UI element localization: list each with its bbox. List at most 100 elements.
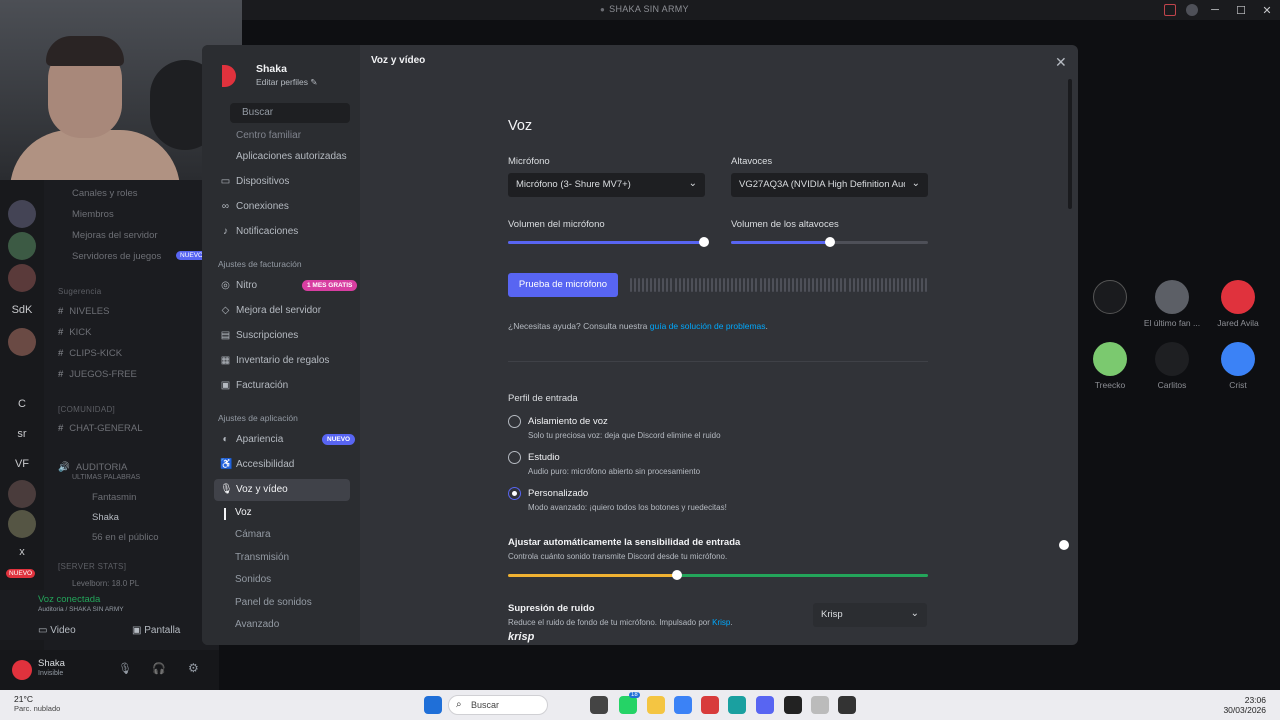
subnav-sounds[interactable]: Sonidos xyxy=(235,574,271,585)
voice-user[interactable]: Fantasmin xyxy=(92,492,136,503)
settings-search-input[interactable]: Buscar xyxy=(230,103,350,123)
member-card[interactable]: Jared Avila xyxy=(1208,280,1268,328)
text-channel[interactable]: # CHAT-GENERAL xyxy=(58,423,143,434)
sensitivity-knob[interactable] xyxy=(672,570,682,580)
server-icon[interactable] xyxy=(8,264,36,292)
member-card[interactable]: Treecko xyxy=(1080,342,1140,390)
option-title[interactable]: Personalizado xyxy=(528,488,588,499)
option-title[interactable]: Aislamiento de voz xyxy=(528,416,608,427)
category-header[interactable]: Sugerencia xyxy=(58,287,101,296)
video-button[interactable]: ▭ Video xyxy=(38,625,76,636)
server-x[interactable]: x xyxy=(8,538,36,566)
server-sdk[interactable]: SdK xyxy=(8,296,36,324)
whatsapp-icon[interactable]: 18 xyxy=(619,692,640,714)
help-icon[interactable] xyxy=(1186,4,1198,16)
krisp-link[interactable]: Krisp xyxy=(712,618,730,627)
weather-widget[interactable]: 21°C Parc. nublado xyxy=(14,694,60,714)
channel-item[interactable]: Servidores de juegos xyxy=(72,251,161,262)
server-sr[interactable]: sr xyxy=(8,420,36,448)
gear-icon[interactable]: ⚙ xyxy=(188,661,199,675)
text-channel[interactable]: # NIVELES xyxy=(58,306,109,317)
inbox-icon[interactable] xyxy=(1164,4,1176,16)
edit-profiles-link[interactable]: Editar perfiles ✎ xyxy=(256,77,317,88)
avatar[interactable] xyxy=(12,660,32,680)
radio-studio[interactable] xyxy=(508,451,521,464)
nav-voice-video[interactable]: 🎙 Voz y vídeo xyxy=(214,479,350,501)
subnav-camera[interactable]: Cámara xyxy=(235,529,271,540)
slider-knob[interactable] xyxy=(699,237,709,247)
member-card[interactable] xyxy=(1080,280,1140,318)
discord-icon[interactable] xyxy=(756,696,774,714)
explorer-icon[interactable] xyxy=(647,696,665,714)
nav-authorized-apps[interactable]: Aplicaciones autorizadas xyxy=(214,146,350,168)
nav-devices[interactable]: ▭ Dispositivos xyxy=(214,171,350,193)
voice-status[interactable]: Voz conectada xyxy=(38,594,100,605)
mic-test-button[interactable]: Prueba de micrófono xyxy=(508,273,618,297)
member-card[interactable]: Crist xyxy=(1208,342,1268,390)
speakers-select[interactable]: VG27AQ3A (NVIDIA High Definition Audio) … xyxy=(731,173,928,197)
nav-subscriptions[interactable]: ▤ Suscripciones xyxy=(214,325,350,347)
subnav-advanced[interactable]: Avanzado xyxy=(235,619,279,630)
channel-item[interactable]: Canales y roles xyxy=(72,188,137,199)
user-name[interactable]: Shaka xyxy=(38,658,65,669)
speaker-volume-slider[interactable] xyxy=(731,237,928,247)
nav-notifications[interactable]: ♪ Notificaciones xyxy=(214,221,350,243)
text-channel[interactable]: # KICK xyxy=(58,327,91,338)
channel-item[interactable]: Miembros xyxy=(72,209,114,220)
subnav-soundboard[interactable]: Panel de sonidos xyxy=(235,597,312,608)
text-channel[interactable]: # JUEGOS-FREE xyxy=(58,369,137,380)
nav-nitro[interactable]: ◎ Nitro 1 MES GRATIS xyxy=(214,275,358,297)
radio-custom[interactable] xyxy=(508,487,521,500)
server-icon[interactable] xyxy=(8,328,36,356)
microphone-icon[interactable]: 🎙 xyxy=(118,662,132,675)
nav-server-boost[interactable]: ◇ Mejora del servidor xyxy=(214,300,350,322)
server-icon[interactable] xyxy=(8,232,36,260)
stats-channel[interactable]: Levelborn: 18.0 PL xyxy=(72,579,139,588)
category-header[interactable]: [COMUNIDAD] xyxy=(58,405,115,414)
category-header[interactable]: [SERVER STATS] xyxy=(58,562,126,571)
minimize-button[interactable]: ─ xyxy=(1202,0,1228,20)
text-channel[interactable]: # CLIPS-KICK xyxy=(58,348,122,359)
maximize-button[interactable]: ☐ xyxy=(1228,0,1254,20)
close-icon[interactable]: ✕ xyxy=(1055,54,1067,71)
nav-family-center[interactable]: Centro familiar xyxy=(214,125,350,147)
server-vf[interactable]: VF xyxy=(8,450,36,478)
headphones-icon[interactable]: 🎧 xyxy=(152,662,166,675)
server-icon[interactable] xyxy=(8,510,36,538)
subnav-voice[interactable]: Voz xyxy=(235,507,252,518)
member-card[interactable]: El último fan ... xyxy=(1142,280,1202,328)
sensitivity-slider[interactable] xyxy=(508,574,928,577)
server-c[interactable]: C xyxy=(8,390,36,418)
screen-share-button[interactable]: ▣ Pantalla xyxy=(132,625,180,636)
nav-billing[interactable]: ▣ Facturación xyxy=(214,375,350,397)
app-icon[interactable] xyxy=(701,696,719,714)
channel-item[interactable]: Mejoras del servidor xyxy=(72,230,158,241)
server-icon[interactable] xyxy=(8,200,36,228)
troubleshooting-link[interactable]: guía de solución de problemas xyxy=(650,321,766,331)
scrollbar[interactable] xyxy=(1068,79,1072,209)
radio-voice-isolation[interactable] xyxy=(508,415,521,428)
nav-gift-inventory[interactable]: ▦ Inventario de regalos xyxy=(214,350,350,372)
auto-sensitivity-toggle[interactable] xyxy=(1058,538,1078,552)
terminal-icon[interactable] xyxy=(784,696,802,714)
taskview-icon[interactable] xyxy=(590,696,608,714)
noise-suppression-select[interactable]: Krisp ⌄ xyxy=(813,603,927,627)
voice-user[interactable]: Shaka xyxy=(92,512,119,523)
voice-user[interactable]: 56 en el público xyxy=(92,532,159,543)
member-card[interactable]: Carlitos xyxy=(1142,342,1202,390)
mic-volume-slider[interactable] xyxy=(508,237,709,247)
system-clock[interactable]: 23:06 30/03/2026 xyxy=(1223,695,1266,715)
app-icon[interactable] xyxy=(838,696,856,714)
app-icon[interactable] xyxy=(811,696,829,714)
option-title[interactable]: Estudio xyxy=(528,452,560,463)
taskbar-search[interactable]: ⌕ Buscar xyxy=(448,695,548,715)
voice-location[interactable]: Auditoria / SHAKA SIN ARMY xyxy=(38,606,124,613)
voice-channel[interactable]: 🔊 AUDITORIA xyxy=(58,462,127,473)
server-icon[interactable] xyxy=(8,480,36,508)
nav-accessibility[interactable]: ♿ Accesibilidad xyxy=(214,454,350,476)
edge-icon[interactable] xyxy=(728,696,746,714)
nav-connections[interactable]: ∞ Conexiones xyxy=(214,196,350,218)
subnav-stream[interactable]: Transmisión xyxy=(235,552,289,563)
nav-appearance[interactable]: ◐ Apariencia NUEVO xyxy=(214,429,356,451)
close-window-button[interactable]: ✕ xyxy=(1254,0,1280,20)
